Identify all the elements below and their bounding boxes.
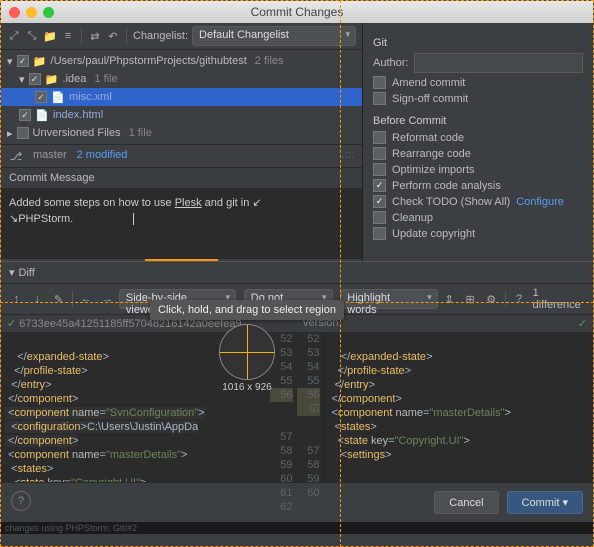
git-section-header: Git (373, 37, 583, 49)
help-icon[interactable]: ? (510, 289, 529, 309)
commit-message-input[interactable]: Added some steps on how to use Plesk and… (1, 189, 362, 259)
before-commit-header: Before Commit (373, 115, 583, 127)
author-input[interactable] (414, 53, 583, 73)
reformat-checkbox[interactable] (373, 131, 386, 144)
prev-diff-icon[interactable]: ↑ (7, 289, 26, 309)
tree-folder-idea[interactable]: ▾ 📁 .idea 1 file (1, 70, 362, 88)
highlight-select[interactable]: Highlight words (340, 289, 437, 309)
status-bar: ⎇ master 2 modified .::. (1, 144, 362, 168)
next-diff-icon[interactable]: ↓ (28, 289, 47, 309)
copyright-checkbox[interactable] (373, 227, 386, 240)
revert-icon[interactable]: ↶ (106, 29, 120, 43)
tree-file-misc[interactable]: 📄 misc.xml (1, 88, 362, 106)
text-cursor-icon (133, 213, 134, 225)
right-revision: version✓ (297, 315, 593, 332)
collapse-icon[interactable]: ⇕ (440, 289, 459, 309)
html-file-icon: 📄 (35, 108, 49, 122)
checkbox[interactable] (19, 109, 31, 121)
edit-icon[interactable]: ✎ (49, 289, 68, 309)
line-numbers: 5253545556575859606162 5253545556 ☑57585… (270, 332, 324, 482)
diff-header[interactable]: ▾Diff (1, 261, 593, 284)
folder-icon[interactable]: 📁 (43, 29, 57, 43)
titlebar: Commit Changes (1, 1, 593, 23)
diff-left-pane[interactable]: </expanded-state> </profile-state> </ent… (1, 332, 270, 482)
cancel-button[interactable]: Cancel (434, 491, 498, 514)
changelist-label: Changelist: (133, 30, 188, 42)
diff-right-pane[interactable]: </expanded-state> </profile-state> </ent… (325, 332, 594, 482)
optimize-checkbox[interactable] (373, 163, 386, 176)
modified-count: 2 modified (77, 149, 128, 163)
footer-text: changes using PHPStorm; Git/#2 (1, 522, 593, 534)
checkbox[interactable] (17, 127, 29, 139)
branch-icon: ⎇ (9, 149, 23, 163)
folder-icon: 📁 (45, 72, 59, 86)
folder-icon: 📁 (33, 54, 47, 68)
amend-checkbox[interactable] (373, 76, 386, 89)
rearrange-checkbox[interactable] (373, 147, 386, 160)
branch-name: master (33, 149, 67, 163)
back-icon[interactable]: ← (77, 289, 96, 309)
configure-link[interactable]: Configure (516, 196, 564, 208)
tree-root[interactable]: ▾ 📁 /Users/paul/PhpstormProjects/githubt… (1, 52, 362, 70)
tree-file-index[interactable]: 📄 index.html (1, 106, 362, 124)
changes-toolbar: ⤢ ⤡ 📁 ≡ ⇄ ↶ Changelist: Default Changeli… (1, 23, 362, 50)
left-revision: ✓ 6733ee45a41251185ff57048216142a0eefea9 (1, 315, 297, 332)
tree-unversioned[interactable]: ▸ Unversioned Files 1 file (1, 124, 362, 142)
ignore-select[interactable]: Do not ignore (244, 289, 333, 309)
diff-toolbar: ↑ ↓ ✎ ← → Side-by-side viewer Do not ign… (1, 284, 593, 315)
group-icon[interactable]: ≡ (61, 29, 75, 43)
cleanup-checkbox[interactable] (373, 211, 386, 224)
checkbox[interactable] (29, 73, 41, 85)
expand-all-icon[interactable]: ⤢ (7, 29, 21, 43)
checkbox[interactable] (17, 55, 29, 67)
changelist-select[interactable]: Default Changelist (192, 26, 356, 46)
settings-icon[interactable]: ⚙ (482, 289, 501, 309)
sync-scroll-icon[interactable]: ⊞ (461, 289, 480, 309)
commit-button[interactable]: Commit ▾ (507, 491, 583, 514)
diff-icon[interactable]: ⇄ (88, 29, 102, 43)
forward-icon[interactable]: → (98, 289, 117, 309)
diff-viewer[interactable]: </expanded-state> </profile-state> </ent… (1, 332, 593, 482)
viewer-select[interactable]: Side-by-side viewer (119, 289, 236, 309)
collapse-all-icon[interactable]: ⤡ (25, 29, 39, 43)
todo-checkbox[interactable] (373, 195, 386, 208)
file-tree[interactable]: ▾ 📁 /Users/paul/PhpstormProjects/githubt… (1, 50, 362, 144)
difference-count: 1 difference (533, 287, 587, 311)
help-button[interactable]: ? (11, 491, 31, 511)
signoff-checkbox[interactable] (373, 92, 386, 105)
xml-file-icon: 📄 (51, 90, 65, 104)
window-title: Commit Changes (0, 5, 594, 19)
checkbox[interactable] (35, 91, 47, 103)
author-field: Author: (373, 53, 583, 73)
commit-message-label: Commit Message (1, 168, 362, 189)
analysis-checkbox[interactable] (373, 179, 386, 192)
